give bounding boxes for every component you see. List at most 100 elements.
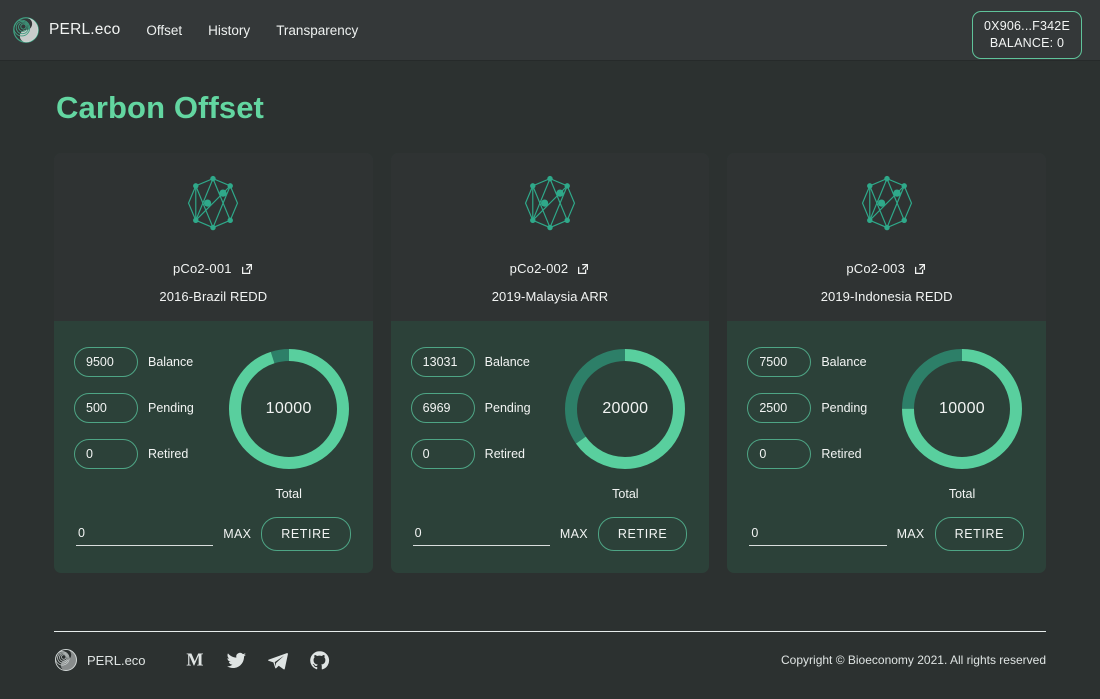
balance-label: Balance bbox=[148, 355, 193, 369]
token-row: pCo2-002 bbox=[391, 261, 710, 276]
footer-left: PERL.eco M bbox=[54, 648, 330, 672]
nav-link-transparency[interactable]: Transparency bbox=[276, 23, 358, 38]
card-body: 7500 Balance 2500 Pending 0 Retired bbox=[727, 321, 1046, 501]
github-icon[interactable] bbox=[309, 650, 330, 671]
donut-chart: 10000 bbox=[898, 345, 1026, 473]
stat-row-balance: 9500 Balance bbox=[74, 347, 219, 377]
nav-link-history[interactable]: History bbox=[208, 23, 250, 38]
footer-brand-label: PERL.eco bbox=[87, 653, 146, 668]
top-navbar: PERL.eco Offset History Transparency 0X9… bbox=[0, 0, 1100, 61]
donut-chart-wrap: 10000 Total bbox=[898, 343, 1026, 501]
svg-text:M: M bbox=[186, 650, 203, 669]
max-button[interactable]: MAX bbox=[560, 527, 588, 541]
wallet-badge[interactable]: 0X906...F342E BALANCE: 0 bbox=[972, 11, 1082, 59]
donut-chart-wrap: 10000 Total bbox=[225, 343, 353, 501]
perl-spiral-logo bbox=[54, 648, 78, 672]
retire-amount-input[interactable] bbox=[76, 523, 213, 546]
page-title: Carbon Offset bbox=[56, 90, 1046, 126]
offset-card: pCo2-002 2019-Malaysia ARR 13031 Balance bbox=[391, 153, 710, 573]
token-project: 2019-Malaysia ARR bbox=[391, 289, 710, 304]
max-button[interactable]: MAX bbox=[897, 527, 925, 541]
wallet-balance: BALANCE: 0 bbox=[984, 35, 1070, 52]
card-footer: MAX RETIRE bbox=[391, 501, 710, 573]
donut-chart: 20000 bbox=[561, 345, 689, 473]
retired-value: 0 bbox=[747, 439, 811, 469]
social-links: M bbox=[184, 650, 330, 671]
balance-label: Balance bbox=[821, 355, 866, 369]
page-footer: PERL.eco M Copyright © Bioeconomy 2021. … bbox=[54, 632, 1046, 672]
donut-caption: Total bbox=[612, 487, 638, 501]
token-id: pCo2-002 bbox=[510, 261, 569, 276]
pending-label: Pending bbox=[485, 401, 531, 415]
card-stats: 9500 Balance 500 Pending 0 Retired bbox=[74, 343, 219, 501]
external-link-icon[interactable] bbox=[576, 262, 590, 276]
balance-label: Balance bbox=[485, 355, 530, 369]
retired-label: Retired bbox=[821, 447, 861, 461]
twitter-icon[interactable] bbox=[226, 651, 247, 670]
brand-label: PERL.eco bbox=[49, 21, 120, 39]
donut-chart-wrap: 20000 Total bbox=[561, 343, 689, 501]
external-link-icon[interactable] bbox=[240, 262, 254, 276]
donut-caption: Total bbox=[949, 487, 975, 501]
retired-label: Retired bbox=[485, 447, 525, 461]
nav-links: Offset History Transparency bbox=[146, 23, 358, 38]
card-body: 9500 Balance 500 Pending 0 Retired bbox=[54, 321, 373, 501]
network-octagon-icon bbox=[521, 175, 579, 233]
balance-value: 9500 bbox=[74, 347, 138, 377]
card-body: 13031 Balance 6969 Pending 0 Retired bbox=[391, 321, 710, 501]
stat-row-pending: 6969 Pending bbox=[411, 393, 556, 423]
token-row: pCo2-001 bbox=[54, 261, 373, 276]
perl-spiral-logo bbox=[12, 16, 40, 44]
token-row: pCo2-003 bbox=[727, 261, 1046, 276]
brand-logo-link[interactable]: PERL.eco bbox=[12, 16, 120, 44]
network-octagon-icon bbox=[858, 175, 916, 233]
medium-icon[interactable]: M bbox=[184, 650, 206, 670]
card-header: pCo2-001 2016-Brazil REDD bbox=[54, 153, 373, 321]
pending-value: 2500 bbox=[747, 393, 811, 423]
retired-value: 0 bbox=[74, 439, 138, 469]
offset-card-list: pCo2-001 2016-Brazil REDD 9500 Balance bbox=[54, 153, 1046, 573]
network-octagon-icon bbox=[184, 175, 242, 233]
card-header: pCo2-003 2019-Indonesia REDD bbox=[727, 153, 1046, 321]
telegram-icon[interactable] bbox=[267, 650, 289, 670]
card-footer: MAX RETIRE bbox=[54, 501, 373, 573]
pending-value: 500 bbox=[74, 393, 138, 423]
footer-wrap: PERL.eco M Copyright © Bioeconomy 2021. … bbox=[0, 631, 1100, 672]
stat-row-balance: 13031 Balance bbox=[411, 347, 556, 377]
stat-row-retired: 0 Retired bbox=[74, 439, 219, 469]
page-content: Carbon Offset bbox=[0, 90, 1100, 573]
retire-button[interactable]: RETIRE bbox=[935, 517, 1024, 551]
donut-caption: Total bbox=[275, 487, 301, 501]
donut-chart: 10000 bbox=[225, 345, 353, 473]
offset-card: pCo2-003 2019-Indonesia REDD 7500 Balanc… bbox=[727, 153, 1046, 573]
wallet-address: 0X906...F342E bbox=[984, 18, 1070, 35]
offset-card: pCo2-001 2016-Brazil REDD 9500 Balance bbox=[54, 153, 373, 573]
pending-label: Pending bbox=[148, 401, 194, 415]
token-project: 2019-Indonesia REDD bbox=[727, 289, 1046, 304]
balance-value: 7500 bbox=[747, 347, 811, 377]
card-stats: 7500 Balance 2500 Pending 0 Retired bbox=[747, 343, 892, 501]
retire-button[interactable]: RETIRE bbox=[598, 517, 687, 551]
stat-row-pending: 500 Pending bbox=[74, 393, 219, 423]
donut-total-value: 10000 bbox=[225, 345, 353, 473]
external-link-icon[interactable] bbox=[913, 262, 927, 276]
retire-button[interactable]: RETIRE bbox=[261, 517, 350, 551]
card-stats: 13031 Balance 6969 Pending 0 Retired bbox=[411, 343, 556, 501]
stat-row-pending: 2500 Pending bbox=[747, 393, 892, 423]
retired-value: 0 bbox=[411, 439, 475, 469]
stat-row-retired: 0 Retired bbox=[411, 439, 556, 469]
card-footer: MAX RETIRE bbox=[727, 501, 1046, 573]
max-button[interactable]: MAX bbox=[223, 527, 251, 541]
donut-total-value: 20000 bbox=[561, 345, 689, 473]
token-project: 2016-Brazil REDD bbox=[54, 289, 373, 304]
card-header: pCo2-002 2019-Malaysia ARR bbox=[391, 153, 710, 321]
footer-brand-link[interactable]: PERL.eco bbox=[54, 648, 146, 672]
stat-row-retired: 0 Retired bbox=[747, 439, 892, 469]
retire-amount-input[interactable] bbox=[749, 523, 886, 546]
retire-amount-input[interactable] bbox=[413, 523, 550, 546]
pending-value: 6969 bbox=[411, 393, 475, 423]
donut-total-value: 10000 bbox=[898, 345, 1026, 473]
pending-label: Pending bbox=[821, 401, 867, 415]
balance-value: 13031 bbox=[411, 347, 475, 377]
nav-link-offset[interactable]: Offset bbox=[146, 23, 182, 38]
